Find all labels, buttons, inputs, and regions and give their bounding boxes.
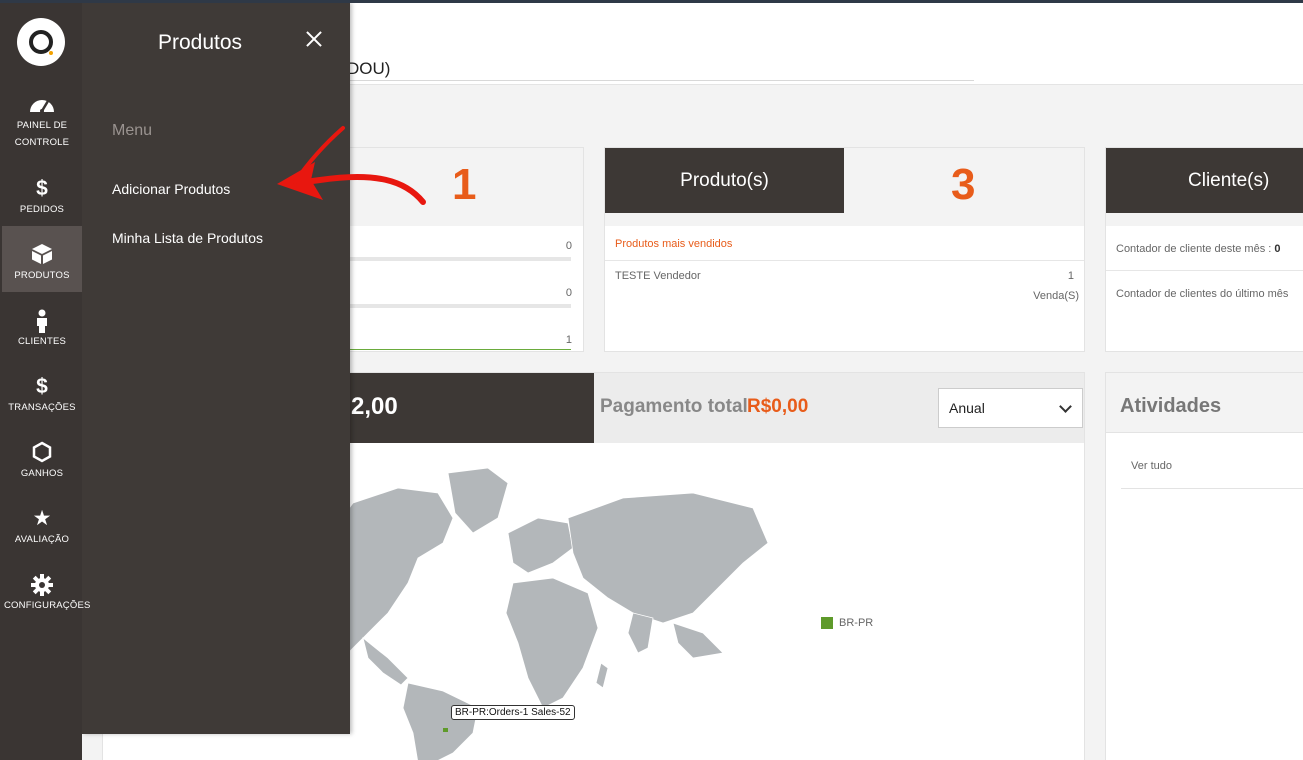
logo-dot bbox=[49, 51, 53, 55]
dollar-icon: $ bbox=[36, 177, 48, 200]
close-icon[interactable] bbox=[304, 29, 324, 49]
top-product-qty: 1 bbox=[1067, 270, 1074, 282]
map-asia bbox=[567, 492, 769, 624]
map-southeast-asia bbox=[672, 622, 724, 659]
dashboard-icon bbox=[2, 93, 82, 117]
payment-total-label: Pagamento total bbox=[600, 396, 748, 417]
divider bbox=[1121, 488, 1303, 489]
products-card[interactable]: Produto(s) 3 Produtos mais vendidos TEST… bbox=[604, 147, 1085, 352]
map-europe bbox=[507, 517, 574, 574]
gear-icon bbox=[2, 573, 82, 597]
activities-panel: Atividades Ver tudo bbox=[1105, 372, 1303, 760]
sidebar-item-produtos[interactable]: PRODUTOS bbox=[2, 226, 82, 292]
period-select[interactable]: Anual bbox=[938, 388, 1083, 428]
divider bbox=[1106, 270, 1303, 271]
chevron-down-icon bbox=[1059, 400, 1072, 413]
sidebar-item-configuracoes[interactable]: CONFIGURAÇÕES bbox=[2, 573, 91, 639]
sidebar-item-label: PEDIDOS bbox=[19, 204, 65, 215]
map-region-marker[interactable] bbox=[443, 728, 448, 732]
sidebar-item-label: CLIENTES bbox=[17, 336, 67, 347]
top-product-name[interactable]: TESTE Vendedor bbox=[615, 270, 701, 282]
clients-label: Cliente(s) bbox=[1106, 148, 1303, 213]
sidebar-item-label: TRANSAÇÕES bbox=[8, 402, 76, 413]
map-central-america bbox=[362, 636, 409, 686]
sidebar-item-label: AVALIAÇÃO bbox=[14, 534, 70, 545]
payment-bar: Pagamento total R$0,00 Anual bbox=[594, 373, 1084, 443]
orders-row-value: 0 bbox=[565, 240, 572, 252]
orders-row-value: 0 bbox=[565, 287, 572, 299]
annotation-arrow-icon bbox=[277, 126, 426, 205]
legend-label: BR-PR bbox=[839, 617, 874, 629]
box-icon bbox=[2, 243, 82, 267]
activities-header: Atividades bbox=[1106, 373, 1303, 433]
sidebar: PAINEL DE CONTROLE $ PEDIDOS PRODUTOS CL… bbox=[0, 3, 91, 760]
sidebar-item-transacoes[interactable]: $ TRANSAÇÕES bbox=[2, 375, 82, 441]
map-legend: BR-PR bbox=[821, 617, 873, 629]
clients-last-month: Contador de clientes do último mês bbox=[1116, 288, 1289, 300]
sidebar-item-label: PRODUTOS bbox=[14, 270, 70, 281]
star-icon: ★ bbox=[32, 507, 52, 530]
menu-heading: Menu bbox=[112, 122, 153, 139]
dollar-icon: $ bbox=[36, 375, 48, 398]
map-madagascar bbox=[595, 662, 609, 689]
map-south-america bbox=[402, 682, 479, 760]
flyout-title: Produtos bbox=[158, 31, 243, 54]
products-flyout-menu: Produtos Menu Adicionar Produtos Minha L… bbox=[82, 3, 350, 734]
products-label: Produto(s) bbox=[605, 148, 844, 213]
sidebar-item-label: PAINEL DE CONTROLE bbox=[14, 120, 70, 148]
app-logo[interactable] bbox=[17, 18, 65, 66]
map-tooltip: BR-PR:Orders-1 Sales-52 bbox=[451, 705, 575, 720]
map-greenland bbox=[447, 467, 509, 534]
sidebar-item-label: CONFIGURAÇÕES bbox=[4, 600, 91, 611]
revenue-amount: 2,00 bbox=[351, 393, 398, 420]
legend-swatch bbox=[821, 617, 833, 629]
top-product-unit: Venda(S) bbox=[1033, 290, 1079, 302]
map-africa bbox=[505, 577, 599, 709]
divider bbox=[605, 260, 1084, 261]
products-count: 3 bbox=[951, 160, 976, 209]
annotation-number: 1 bbox=[452, 160, 477, 209]
best-sellers-title: Produtos mais vendidos bbox=[615, 238, 733, 250]
view-all-link[interactable]: Ver tudo bbox=[1131, 460, 1172, 472]
payment-total-value: R$0,00 bbox=[747, 396, 809, 417]
clients-this-month-value: 0 bbox=[1274, 243, 1281, 255]
sidebar-item-dashboard[interactable]: PAINEL DE CONTROLE bbox=[2, 93, 82, 159]
menu-item-add-products[interactable]: Adicionar Produtos bbox=[112, 181, 230, 197]
person-icon bbox=[2, 309, 82, 333]
store-name: DOU) bbox=[347, 59, 391, 78]
activities-title: Atividades bbox=[1120, 395, 1222, 417]
window-top-border bbox=[0, 0, 1303, 3]
menu-item-product-list[interactable]: Minha Lista de Produtos bbox=[112, 230, 263, 246]
sidebar-item-label: GANHOS bbox=[20, 468, 64, 479]
clients-this-month: Contador de cliente deste mês : 0 bbox=[1116, 243, 1281, 255]
orders-row-value: 1 bbox=[565, 334, 572, 346]
clients-card[interactable]: Cliente(s) Contador de cliente deste mês… bbox=[1105, 147, 1303, 352]
map-india bbox=[627, 612, 654, 654]
sidebar-item-avaliacao[interactable]: ★ AVALIAÇÃO bbox=[2, 507, 82, 573]
period-select-value: Anual bbox=[949, 400, 985, 416]
clients-this-month-label: Contador de cliente deste mês : bbox=[1116, 243, 1275, 255]
sidebar-item-ganhos[interactable]: GANHOS bbox=[2, 441, 82, 507]
store-name-underline bbox=[347, 80, 974, 81]
sidebar-item-clientes[interactable]: CLIENTES bbox=[2, 309, 82, 375]
hexagon-icon bbox=[2, 441, 82, 465]
